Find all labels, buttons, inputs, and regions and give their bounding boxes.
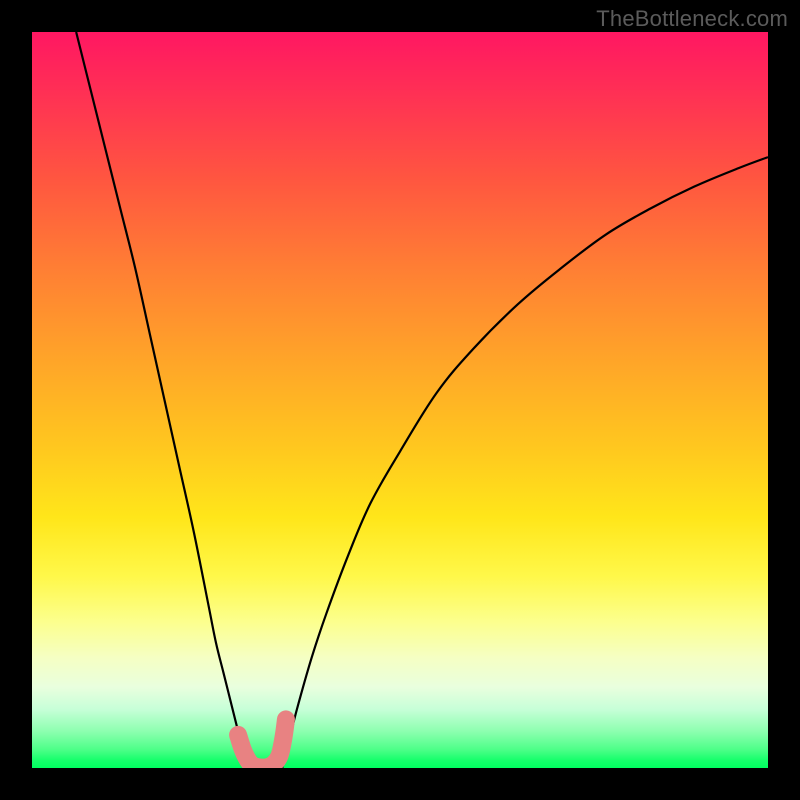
right-branch-curve [282, 157, 768, 768]
left-branch-curve [76, 32, 247, 768]
bottom-marker-curve [238, 719, 286, 767]
plot-area [32, 32, 768, 768]
chart-frame: TheBottleneck.com [0, 0, 800, 800]
curve-overlay [32, 32, 768, 768]
watermark-text: TheBottleneck.com [596, 6, 788, 32]
